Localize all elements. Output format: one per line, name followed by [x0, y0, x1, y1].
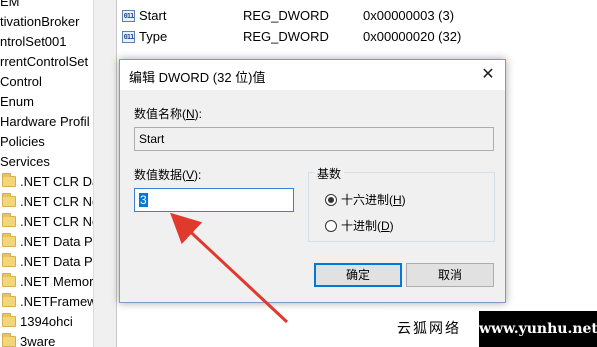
folder-icon [2, 253, 16, 267]
dec-radio-option[interactable]: 十进制(D) [325, 218, 394, 234]
value-data-selected-text: 3 [139, 193, 148, 207]
cancel-button[interactable]: 取消 [406, 263, 494, 287]
dialog-title: 编辑 DWORD (32 位)值 [129, 70, 266, 85]
tree-item[interactable]: .NET Data Pr [2, 232, 93, 252]
value-data-label-end: ): [194, 168, 202, 182]
pane-splitter[interactable] [93, 0, 118, 347]
tree-item[interactable]: .NETFramewo [2, 292, 93, 312]
tree-item[interactable]: .NET Memor [2, 272, 93, 292]
value-type-cell: REG_DWORD [243, 29, 329, 44]
edit-dword-dialog: 编辑 DWORD (32 位)值 ✕ 数值名称(N): Start 数值数据(V… [119, 59, 506, 303]
tree-item[interactable]: Policies [0, 132, 93, 152]
tree-item-label: Services [0, 154, 50, 169]
dec-radio-button[interactable] [325, 220, 337, 232]
tree-item-label: rrentControlSet [0, 54, 89, 69]
value-name-field[interactable]: Start [134, 127, 494, 151]
tree-item[interactable]: Services [0, 152, 93, 172]
hex-radio-label-end: ) [401, 193, 406, 207]
reg-dword-icon: 011 [122, 31, 135, 43]
value-name-label: 数值名称(N): [134, 105, 202, 122]
value-name-label-text: 数值名称( [134, 107, 186, 121]
tree-item[interactable]: tivationBroker [0, 12, 93, 32]
folder-icon [2, 333, 16, 347]
watermark-cn-text: 云狐网络 [389, 311, 479, 347]
dialog-titlebar[interactable]: 编辑 DWORD (32 位)值 ✕ [120, 60, 505, 90]
tree-item-label: tivationBroker [0, 14, 80, 29]
tree-item[interactable]: 1394ohci [2, 312, 93, 332]
folder-icon [2, 313, 16, 327]
value-name-cell: Type [139, 29, 168, 44]
tree-item-label: Policies [0, 134, 45, 149]
value-data-label-accesskey: V [186, 168, 195, 182]
folder-icon [2, 193, 16, 207]
tree-item-label: Enum [0, 94, 34, 109]
value-data-cell: 0x00000003 (3) [363, 8, 455, 23]
tree-item[interactable]: .NET Data Pr [2, 252, 93, 272]
value-name-cell: Start [139, 8, 167, 23]
tree-item[interactable]: rrentControlSet [0, 52, 93, 72]
value-type-cell: REG_DWORD [243, 8, 329, 23]
tree-item[interactable]: 3ware [2, 332, 93, 347]
reg-dword-icon: 011 [122, 10, 135, 22]
tree-item-label: .NET Data Pr [20, 234, 93, 249]
dec-radio-label-end: ) [389, 219, 394, 233]
registry-tree: EM tivationBroker ntrolSet001 rrentControlS… [0, 0, 93, 347]
watermark: 云狐网络 www.yunhu.net [389, 311, 597, 347]
close-icon[interactable]: ✕ [473, 60, 503, 90]
tree-item-label: ntrolSet001 [0, 34, 67, 49]
folder-icon [2, 233, 16, 247]
ok-button[interactable]: 确定 [314, 263, 402, 287]
tree-item-label: .NET CLR Ne [20, 194, 93, 209]
tree-item-label: .NET CLR Dat [20, 174, 93, 189]
tree-item-label: .NET Data Pr [20, 254, 93, 269]
tree-item[interactable]: Enum [0, 92, 93, 112]
hex-radio-label: 十六进制( [341, 193, 393, 207]
value-name-label-accesskey: N [186, 107, 195, 121]
dec-radio-label: 十进制( [341, 219, 381, 233]
value-data-cell: 0x00000020 (32) [363, 29, 462, 44]
folder-icon [2, 173, 16, 187]
tree-item-label: Hardware Profil [0, 114, 90, 129]
hex-radio-accesskey: H [393, 193, 402, 207]
value-data-input[interactable]: 3 [134, 188, 294, 212]
tree-item-label: .NET CLR Ne [20, 214, 93, 229]
tree-item-label: EM [0, 0, 20, 9]
value-name-label-end: ): [194, 107, 203, 121]
hex-radio-option[interactable]: 十六进制(H) [325, 192, 406, 208]
base-label: 基数 [314, 165, 345, 182]
tree-item[interactable]: ntrolSet001 [0, 32, 93, 52]
tree-item[interactable]: .NET CLR Ne [2, 212, 93, 232]
tree-item[interactable]: .NET CLR Dat [2, 172, 93, 192]
tree-item[interactable]: .NET CLR Ne [2, 192, 93, 212]
tree-item[interactable]: EM [0, 0, 93, 12]
hex-radio-button[interactable] [325, 194, 337, 206]
tree-item-label: .NET Memor [20, 274, 93, 289]
dec-radio-accesskey: D [381, 219, 390, 233]
tree-item-label: 1394ohci [20, 314, 73, 329]
tree-item-label: .NETFramewo [20, 294, 93, 309]
registry-value-row[interactable]: 011 Type REG_DWORD 0x00000020 (32) [117, 27, 597, 47]
value-data-label-text: 数值数据( [134, 168, 186, 182]
registry-value-row[interactable]: 011 Start REG_DWORD 0x00000003 (3) [117, 6, 597, 26]
tree-item[interactable]: Hardware Profil [0, 112, 93, 132]
tree-item-label: 3ware [20, 334, 56, 347]
tree-item[interactable]: Control [0, 72, 93, 92]
folder-icon [2, 273, 16, 287]
value-data-label: 数值数据(V): [134, 166, 201, 183]
folder-icon [2, 293, 16, 307]
folder-icon [2, 213, 16, 227]
watermark-url-text: www.yunhu.net [479, 311, 597, 347]
tree-item-label: Control [0, 74, 42, 89]
